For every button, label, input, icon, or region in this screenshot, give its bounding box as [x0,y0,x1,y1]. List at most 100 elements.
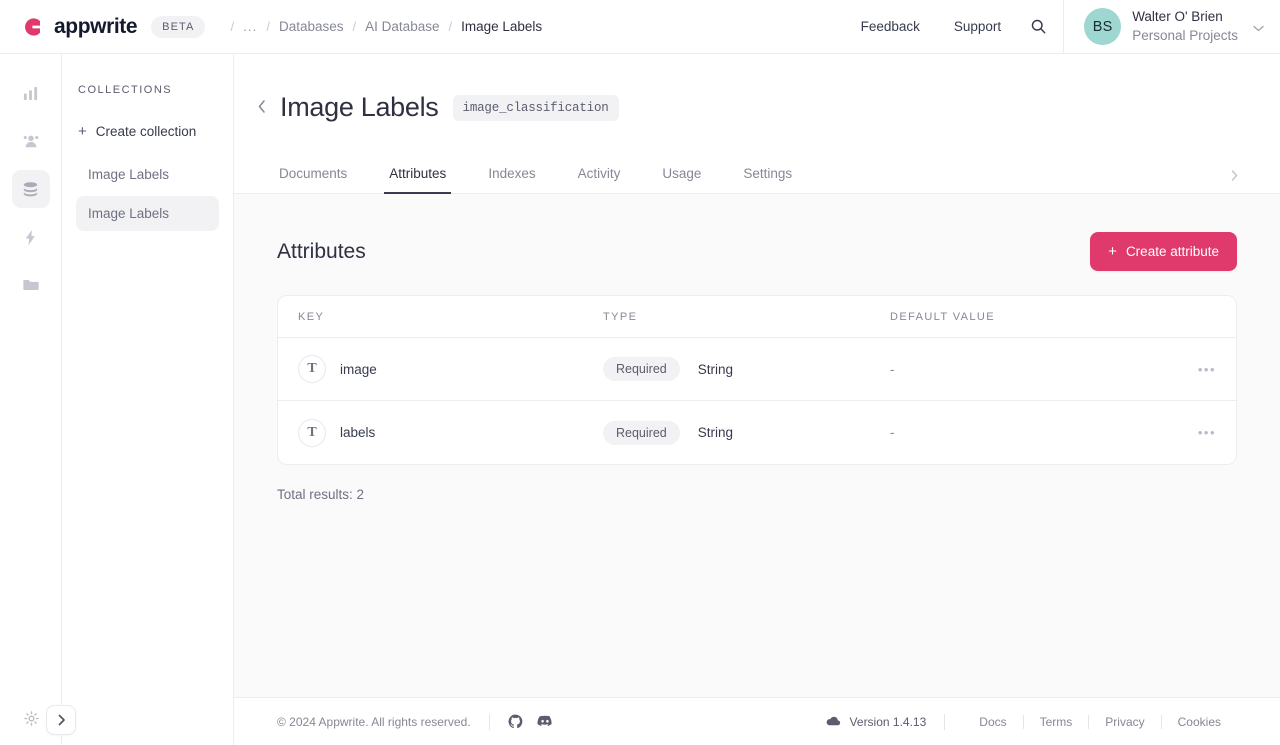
sidebar-item-auth[interactable] [12,122,50,160]
collection-item-image-labels-1[interactable]: Image Labels [76,157,219,192]
tab-documents[interactable]: Documents [258,166,368,193]
bar-chart-icon [22,85,39,102]
copyright-text: © 2024 Appwrite. All rights reserved. [277,715,471,729]
beta-badge: BETA [151,16,205,38]
breadcrumb: / ... / Databases / AI Database / Image … [221,19,542,34]
create-attribute-button[interactable]: + Create attribute [1090,232,1237,271]
support-link[interactable]: Support [937,19,1018,34]
attribute-key: image [340,362,377,377]
create-attribute-label: Create attribute [1126,244,1219,259]
breadcrumb-separator: / [221,19,243,34]
user-organization: Personal Projects [1132,27,1238,45]
chevron-right-icon [57,714,66,726]
attribute-key-cell: T image [298,355,603,383]
breadcrumb-separator: / [257,19,279,34]
tab-attributes[interactable]: Attributes [368,166,467,193]
plus-icon: + [1108,244,1117,259]
sidebar-item-functions[interactable] [12,218,50,256]
tab-activity[interactable]: Activity [557,166,642,193]
appwrite-logo-icon [20,15,44,39]
column-header-key: KEY [298,311,603,323]
section-title: Attributes [277,240,366,264]
tab-overflow-chevron-right-icon[interactable] [1231,170,1238,181]
footer-divider [944,714,945,730]
users-icon [22,132,40,150]
collections-heading: COLLECTIONS [76,84,219,96]
appwrite-wordmark: appwrite [54,15,137,39]
tab-indexes[interactable]: Indexes [467,166,556,193]
tab-usage[interactable]: Usage [641,166,722,193]
breadcrumb-item-image-labels[interactable]: Image Labels [461,19,542,34]
table-row[interactable]: T labels Required String - ••• [278,401,1236,464]
row-actions[interactable]: ••• [1176,426,1216,439]
avatar: BS [1084,8,1121,45]
top-header: appwrite BETA / ... / Databases / AI Dat… [0,0,1280,54]
footer-link-terms[interactable]: Terms [1024,715,1089,729]
back-button[interactable] [258,100,266,116]
github-icon[interactable] [508,714,523,729]
page-title: Image Labels [280,92,439,123]
attribute-type-cell: Required String [603,421,890,445]
string-type-icon: T [298,355,326,383]
collection-item-image-labels-2[interactable]: Image Labels [76,196,219,231]
user-name: Walter O' Brien [1132,8,1238,26]
sidebar-item-storage[interactable] [12,266,50,304]
page-title-row: Image Labels image_classification [234,54,1280,123]
required-badge: Required [603,421,680,445]
footer-link-docs[interactable]: Docs [963,715,1022,729]
attributes-panel: Attributes + Create attribute KEY TYPE D… [234,194,1280,699]
page-footer: © 2024 Appwrite. All rights reserved. Ve… [234,697,1280,745]
attribute-type-cell: Required String [603,357,890,381]
tab-settings[interactable]: Settings [722,166,813,193]
feedback-link[interactable]: Feedback [844,19,937,34]
appwrite-logo[interactable]: appwrite [0,15,137,39]
breadcrumb-item-overflow[interactable]: ... [243,19,257,34]
attributes-table: KEY TYPE DEFAULT VALUE T image Required … [277,295,1237,465]
table-row[interactable]: T image Required String - ••• [278,338,1236,401]
attribute-key: labels [340,425,375,440]
footer-link-cookies[interactable]: Cookies [1162,715,1237,729]
table-header-row: KEY TYPE DEFAULT VALUE [278,296,1236,338]
footer-divider [489,714,490,730]
sidebar-item-analytics[interactable] [12,74,50,112]
database-icon [21,180,40,199]
attribute-type: String [698,362,733,377]
chevron-down-icon [1253,25,1264,32]
row-actions[interactable]: ••• [1176,363,1216,376]
main-content: Image Labels image_classification Docume… [234,54,1280,745]
search-icon[interactable] [1018,18,1063,35]
lightning-bolt-icon [22,229,39,246]
column-header-default-value: DEFAULT VALUE [890,311,1176,323]
attribute-default-value: - [890,425,1176,440]
tab-bar: Documents Attributes Indexes Activity Us… [234,154,1280,194]
breadcrumb-item-databases[interactable]: Databases [279,19,344,34]
ellipsis-icon: ••• [1198,363,1216,376]
footer-links: Version 1.4.13 Docs Terms Privacy Cookie… [826,714,1237,730]
total-results: Total results: 2 [277,487,1237,502]
column-header-type: TYPE [603,311,890,323]
plus-icon: + [78,124,87,139]
collections-panel: COLLECTIONS + Create collection Image La… [62,54,234,745]
user-menu[interactable]: BS Walter O' Brien Personal Projects [1063,0,1280,54]
gear-icon [23,710,40,727]
user-identity: Walter O' Brien Personal Projects [1132,8,1238,44]
breadcrumb-separator: / [344,19,366,34]
collection-id-badge[interactable]: image_classification [453,95,619,121]
sidebar-expand-button[interactable] [46,705,76,735]
create-collection-button[interactable]: + Create collection [76,118,219,145]
cloud-icon [826,716,841,727]
sidebar-item-databases[interactable] [12,170,50,208]
required-badge: Required [603,357,680,381]
breadcrumb-item-ai-database[interactable]: AI Database [365,19,439,34]
footer-link-privacy[interactable]: Privacy [1089,715,1160,729]
header-actions: Feedback Support BS Walter O' Brien Pers… [844,0,1280,54]
attribute-default-value: - [890,362,1176,377]
discord-icon[interactable] [537,714,553,729]
create-collection-label: Create collection [96,124,197,139]
folder-icon [22,276,40,294]
attribute-type: String [698,425,733,440]
attributes-header: Attributes + Create attribute [277,232,1237,271]
footer-social-icons [508,714,553,729]
icon-sidebar [0,54,62,745]
ellipsis-icon: ••• [1198,426,1216,439]
